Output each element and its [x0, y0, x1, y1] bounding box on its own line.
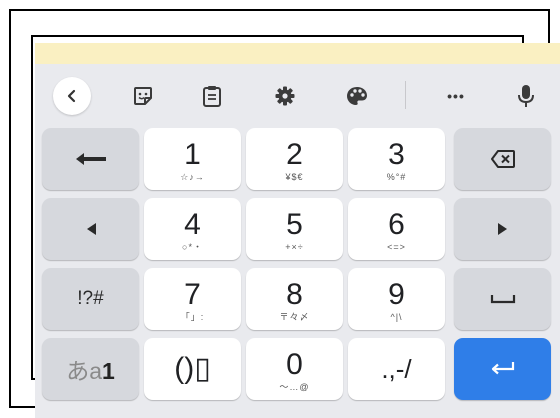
chevron-left-icon	[67, 89, 76, 103]
key-0[interactable]: 0 〜…@	[246, 338, 343, 400]
mic-icon	[518, 85, 534, 107]
symbol-key[interactable]: !?#	[42, 268, 139, 330]
clipboard-button[interactable]	[195, 79, 229, 113]
space-icon	[490, 295, 515, 304]
more-icon: •••	[447, 88, 465, 104]
more-button[interactable]: •••	[439, 79, 473, 113]
toolbar-divider	[405, 81, 406, 109]
sticker-icon	[134, 87, 152, 105]
theme-button[interactable]	[340, 79, 374, 113]
backspace-left-key[interactable]	[42, 128, 139, 190]
punctuation-key[interactable]: .,-/	[348, 338, 445, 400]
keyboard: ••• 1 ☆♪→ 2 ¥$€ 3 %°# 4 ○*・ 5 +×÷ 6 <=> …	[35, 64, 560, 418]
key-2[interactable]: 2 ¥$€	[246, 128, 343, 190]
key-4[interactable]: 4 ○*・	[144, 198, 241, 260]
enter-icon	[491, 362, 514, 375]
key-7[interactable]: 7 「」:	[144, 268, 241, 330]
brackets-key[interactable]: ()▯	[144, 338, 241, 400]
space-key[interactable]	[454, 268, 551, 330]
keyboard-toolbar: •••	[35, 64, 560, 126]
key-9[interactable]: 9 ^|\	[348, 268, 445, 330]
triangle-right-icon	[497, 223, 507, 235]
enter-key[interactable]	[454, 338, 551, 400]
gear-icon	[275, 86, 295, 106]
cursor-left-key[interactable]	[42, 198, 139, 260]
clipboard-icon	[203, 86, 221, 107]
voice-input-button[interactable]	[509, 79, 543, 113]
key-6[interactable]: 6 <=>	[348, 198, 445, 260]
settings-button[interactable]	[268, 79, 302, 113]
collapse-button[interactable]	[53, 77, 91, 115]
key-1[interactable]: 1 ☆♪→	[144, 128, 241, 190]
key-3[interactable]: 3 %°#	[348, 128, 445, 190]
cursor-right-key[interactable]	[454, 198, 551, 260]
key-8[interactable]: 8 〒々〆	[246, 268, 343, 330]
arrow-left-undo-icon	[75, 153, 106, 165]
delete-key[interactable]	[454, 128, 551, 190]
backspace-icon	[490, 150, 515, 168]
triangle-left-icon	[86, 223, 96, 235]
sticker-button[interactable]	[126, 79, 160, 113]
key-5[interactable]: 5 +×÷	[246, 198, 343, 260]
palette-icon	[347, 87, 367, 105]
suggestion-strip	[35, 43, 560, 64]
input-mode-key[interactable]: あa1	[42, 338, 139, 400]
